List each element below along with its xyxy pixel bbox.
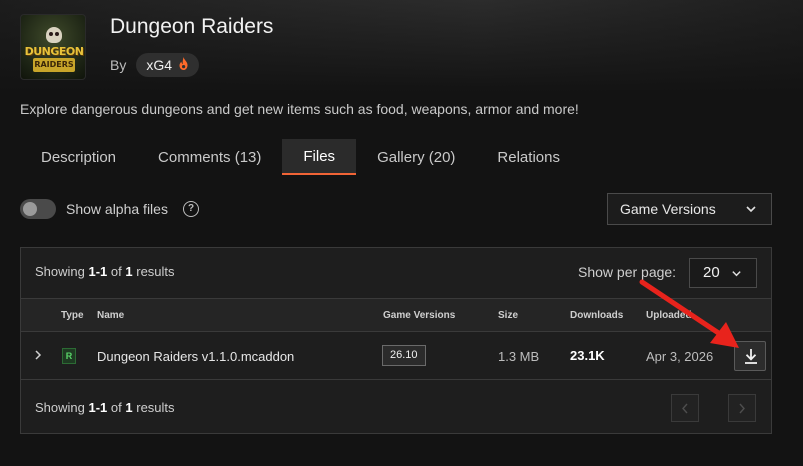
file-uploaded-date: Apr 3, 2026: [646, 349, 714, 364]
project-title: Dungeon Raiders: [110, 15, 274, 38]
author-name: xG4: [146, 57, 173, 73]
chevron-down-icon: [746, 206, 756, 213]
tab-description[interactable]: Description: [20, 139, 137, 175]
of-label: of: [110, 264, 122, 279]
download-button[interactable]: [734, 341, 766, 371]
toggle-knob: [23, 202, 37, 216]
file-downloads: 23.1K: [570, 348, 605, 363]
project-logo: DUNGEON RAIDERS: [20, 14, 86, 80]
results-total: 1: [125, 264, 133, 279]
game-versions-dropdown-label: Game Versions: [620, 201, 716, 217]
column-game-versions[interactable]: Game Versions: [383, 310, 455, 321]
column-size[interactable]: Size: [498, 310, 518, 321]
file-name-link[interactable]: Dungeon Raiders v1.1.0.mcaddon: [97, 349, 294, 364]
chevron-right-icon[interactable]: [33, 349, 43, 361]
chevron-right-icon: [739, 403, 745, 414]
previous-page-button[interactable]: [671, 394, 699, 422]
table-row[interactable]: R Dungeon Raiders v1.1.0.mcaddon 26.10 1…: [21, 332, 771, 380]
alpha-files-toggle[interactable]: [20, 199, 56, 219]
chevron-left-icon: [682, 403, 688, 414]
showing-prefix: Showing: [35, 400, 85, 415]
project-byline: By xG4: [110, 53, 200, 77]
files-filter-bar: Show alpha files ? Game Versions: [20, 193, 772, 225]
by-label: By: [110, 57, 127, 73]
release-type-badge: R: [62, 348, 76, 364]
showing-prefix: Showing: [35, 264, 85, 279]
results-count-top: Showing 1-1 of 1 results: [35, 264, 175, 279]
files-table-header: Type Name Game Versions Size Downloads U…: [21, 298, 771, 332]
column-name[interactable]: Name: [97, 310, 124, 321]
results-range: 1-1: [88, 400, 108, 415]
results-label: results: [136, 400, 175, 415]
skull-icon: [46, 27, 62, 43]
files-panel: Showing 1-1 of 1 results Show per page: …: [20, 247, 772, 434]
download-icon: [745, 349, 757, 364]
game-versions-dropdown[interactable]: Game Versions: [607, 193, 772, 225]
results-total: 1: [125, 400, 133, 415]
project-tabs: Description Comments (13) Files Gallery …: [20, 139, 581, 175]
project-header-background: [0, 0, 803, 92]
help-icon[interactable]: ?: [183, 201, 199, 217]
column-downloads[interactable]: Downloads: [570, 310, 623, 321]
flame-icon: [178, 57, 189, 73]
project-description: Explore dangerous dungeons and get new i…: [20, 101, 579, 117]
results-label: results: [136, 264, 175, 279]
results-range: 1-1: [88, 264, 108, 279]
tab-relations[interactable]: Relations: [476, 139, 581, 175]
next-page-button[interactable]: [728, 394, 756, 422]
per-page-label: Show per page:: [578, 264, 677, 280]
column-type[interactable]: Type: [61, 310, 84, 321]
results-summary-bar: Showing 1-1 of 1 results Show per page: …: [21, 248, 771, 298]
tab-comments[interactable]: Comments (13): [137, 139, 282, 175]
tab-files[interactable]: Files: [282, 139, 357, 175]
game-version-chip: 26.10: [382, 345, 426, 366]
of-label: of: [110, 400, 122, 415]
logo-line-2: RAIDERS: [33, 58, 75, 72]
results-count-bottom: Showing 1-1 of 1 results: [35, 400, 175, 415]
tab-gallery[interactable]: Gallery (20): [356, 139, 476, 175]
per-page-value: 20: [703, 264, 720, 281]
per-page-dropdown[interactable]: 20: [689, 258, 757, 288]
alpha-files-label: Show alpha files: [66, 201, 168, 217]
author-link[interactable]: xG4: [136, 53, 200, 77]
chevron-down-icon: [732, 271, 741, 277]
file-size: 1.3 MB: [498, 349, 540, 364]
column-uploaded[interactable]: Uploaded: [646, 310, 692, 321]
logo-line-1: DUNGEON: [24, 45, 84, 58]
